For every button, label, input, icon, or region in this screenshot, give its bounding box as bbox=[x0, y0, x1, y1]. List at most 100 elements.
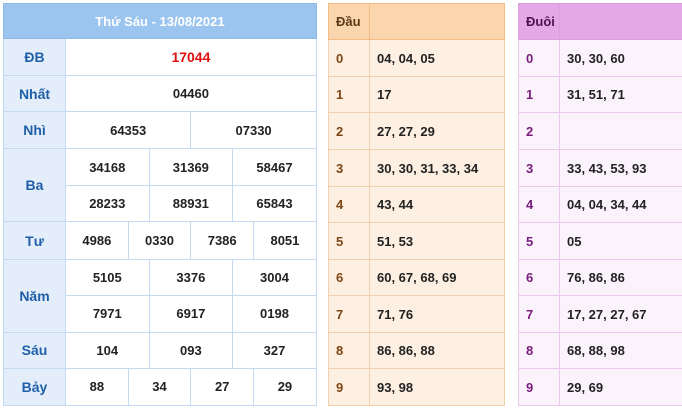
prize-label-sau: Sáu bbox=[3, 331, 66, 369]
dau-digit: 2 bbox=[328, 112, 370, 150]
results-date-title: Thứ Sáu - 13/08/2021 bbox=[3, 2, 317, 40]
prize-number-sau: 104 bbox=[65, 331, 150, 369]
prize-label-db: ĐB bbox=[3, 38, 66, 77]
dau-row: 4 43, 44 bbox=[328, 186, 505, 223]
duoi-row: 6 76, 86, 86 bbox=[518, 259, 682, 296]
duoi-header-label: Đuôi bbox=[518, 3, 560, 40]
duoi-digit: 9 bbox=[518, 368, 560, 406]
dau-digit: 9 bbox=[328, 368, 370, 406]
prize-number-nhat: 04460 bbox=[65, 75, 317, 113]
dau-row: 1 17 bbox=[328, 76, 505, 113]
duoi-values: 17, 27, 27, 67 bbox=[559, 295, 682, 333]
results-table: Thứ Sáu - 13/08/2021 ĐB 17044 Nhất 04460… bbox=[3, 2, 317, 407]
dau-digit: 4 bbox=[328, 186, 370, 223]
prize-number-tu: 0330 bbox=[127, 221, 192, 260]
duoi-header-blank bbox=[559, 3, 682, 40]
dau-digit: 7 bbox=[328, 295, 370, 333]
prize-number-nam: 5105 bbox=[65, 258, 150, 296]
prize-number-ba: 65843 bbox=[232, 185, 317, 223]
dau-values: 43, 44 bbox=[369, 186, 505, 223]
duoi-header-row: Đuôi bbox=[518, 3, 682, 40]
prize-number-sau: 093 bbox=[148, 331, 234, 369]
duoi-digit: 8 bbox=[518, 332, 560, 369]
results-header-row: Thứ Sáu - 13/08/2021 bbox=[3, 2, 317, 40]
dau-values: 04, 04, 05 bbox=[369, 39, 505, 77]
dau-row: 7 71, 76 bbox=[328, 295, 505, 333]
prize-label-nhi: Nhì bbox=[3, 111, 66, 150]
duoi-values: 30, 30, 60 bbox=[559, 39, 682, 77]
duoi-values: 31, 51, 71 bbox=[559, 76, 682, 113]
dau-header-label: Đầu bbox=[328, 3, 370, 40]
prize-row-nam: Năm 5105 3376 3004 bbox=[3, 258, 317, 333]
duoi-digit: 7 bbox=[518, 295, 560, 333]
duoi-values: 29, 69 bbox=[559, 368, 682, 406]
dau-digit: 3 bbox=[328, 149, 370, 187]
prize-number-bay: 88 bbox=[65, 367, 129, 407]
special-prize-number: 17044 bbox=[65, 38, 317, 77]
prize-number-nam: 6917 bbox=[148, 294, 234, 333]
dau-row: 3 30, 30, 31, 33, 34 bbox=[328, 149, 505, 187]
dau-values: 30, 30, 31, 33, 34 bbox=[369, 149, 505, 187]
prize-number-nhi: 64353 bbox=[64, 111, 192, 150]
duoi-digit: 1 bbox=[518, 76, 560, 113]
dau-values: 27, 27, 29 bbox=[369, 112, 505, 150]
dau-digit: 0 bbox=[328, 39, 370, 77]
dau-row: 2 27, 27, 29 bbox=[328, 112, 505, 150]
prize-number-nam: 0198 bbox=[232, 294, 317, 333]
duoi-values: 04, 04, 34, 44 bbox=[559, 186, 682, 223]
dau-row: 9 93, 98 bbox=[328, 368, 505, 406]
duoi-row: 3 33, 43, 53, 93 bbox=[518, 149, 682, 187]
prize-number-nhi: 07330 bbox=[190, 111, 317, 150]
dau-values: 17 bbox=[369, 76, 505, 113]
duoi-digit: 2 bbox=[518, 112, 560, 150]
prize-number-ba: 58467 bbox=[232, 148, 317, 187]
dau-header-blank bbox=[369, 3, 505, 40]
duoi-values: 33, 43, 53, 93 bbox=[559, 149, 682, 187]
duoi-values: 05 bbox=[559, 222, 682, 260]
duoi-digit: 5 bbox=[518, 222, 560, 260]
duoi-table: Đuôi 0 30, 30, 60 1 31, 51, 71 2 3 33, 43, … bbox=[518, 3, 682, 406]
duoi-digit: 3 bbox=[518, 149, 560, 187]
prize-number-ba: 88931 bbox=[148, 185, 234, 223]
prize-number-ba: 34168 bbox=[65, 148, 150, 187]
prize-row-nhat: Nhất 04460 bbox=[3, 75, 317, 113]
dau-row: 8 86, 86, 88 bbox=[328, 332, 505, 369]
dau-row: 6 60, 67, 68, 69 bbox=[328, 259, 505, 296]
prize-number-tu: 8051 bbox=[253, 221, 317, 260]
duoi-row: 5 05 bbox=[518, 222, 682, 260]
prize-number-tu: 4986 bbox=[65, 221, 129, 260]
dau-values: 93, 98 bbox=[369, 368, 505, 406]
dau-values: 86, 86, 88 bbox=[369, 332, 505, 369]
prize-row-db: ĐB 17044 bbox=[3, 38, 317, 77]
dau-row: 0 04, 04, 05 bbox=[328, 39, 505, 77]
dau-digit: 8 bbox=[328, 332, 370, 369]
prize-row-tu: Tư 4986 0330 7386 8051 bbox=[3, 221, 317, 260]
prize-row-sau: Sáu 104 093 327 bbox=[3, 331, 317, 369]
prize-number-bay: 34 bbox=[127, 367, 192, 407]
dau-row: 5 51, 53 bbox=[328, 222, 505, 260]
prize-number-nam: 7971 bbox=[65, 294, 150, 333]
dau-table: Đầu 0 04, 04, 05 1 17 2 27, 27, 29 3 30, 30,… bbox=[328, 3, 505, 406]
dau-digit: 1 bbox=[328, 76, 370, 113]
duoi-values: 68, 88, 98 bbox=[559, 332, 682, 369]
prize-label-nhat: Nhất bbox=[3, 75, 66, 113]
prize-number-bay: 27 bbox=[190, 367, 255, 407]
prize-row-bay: Bảy 88 34 27 29 bbox=[3, 367, 317, 407]
prize-number-ba: 31369 bbox=[148, 148, 234, 187]
prize-number-sau: 327 bbox=[232, 331, 317, 369]
prize-row-nhi: Nhì 64353 07330 bbox=[3, 111, 317, 150]
duoi-row: 8 68, 88, 98 bbox=[518, 332, 682, 369]
duoi-values: 76, 86, 86 bbox=[559, 259, 682, 296]
duoi-row: 7 17, 27, 27, 67 bbox=[518, 295, 682, 333]
prize-label-tu: Tư bbox=[3, 221, 66, 260]
duoi-values bbox=[559, 112, 682, 150]
duoi-digit: 0 bbox=[518, 39, 560, 77]
dau-values: 60, 67, 68, 69 bbox=[369, 259, 505, 296]
prize-number-nam: 3004 bbox=[232, 258, 317, 296]
dau-digit: 6 bbox=[328, 259, 370, 296]
prize-number-ba: 28233 bbox=[65, 185, 150, 223]
dau-values: 51, 53 bbox=[369, 222, 505, 260]
dau-header-row: Đầu bbox=[328, 3, 505, 40]
prize-number-nam: 3376 bbox=[148, 258, 234, 296]
dau-digit: 5 bbox=[328, 222, 370, 260]
